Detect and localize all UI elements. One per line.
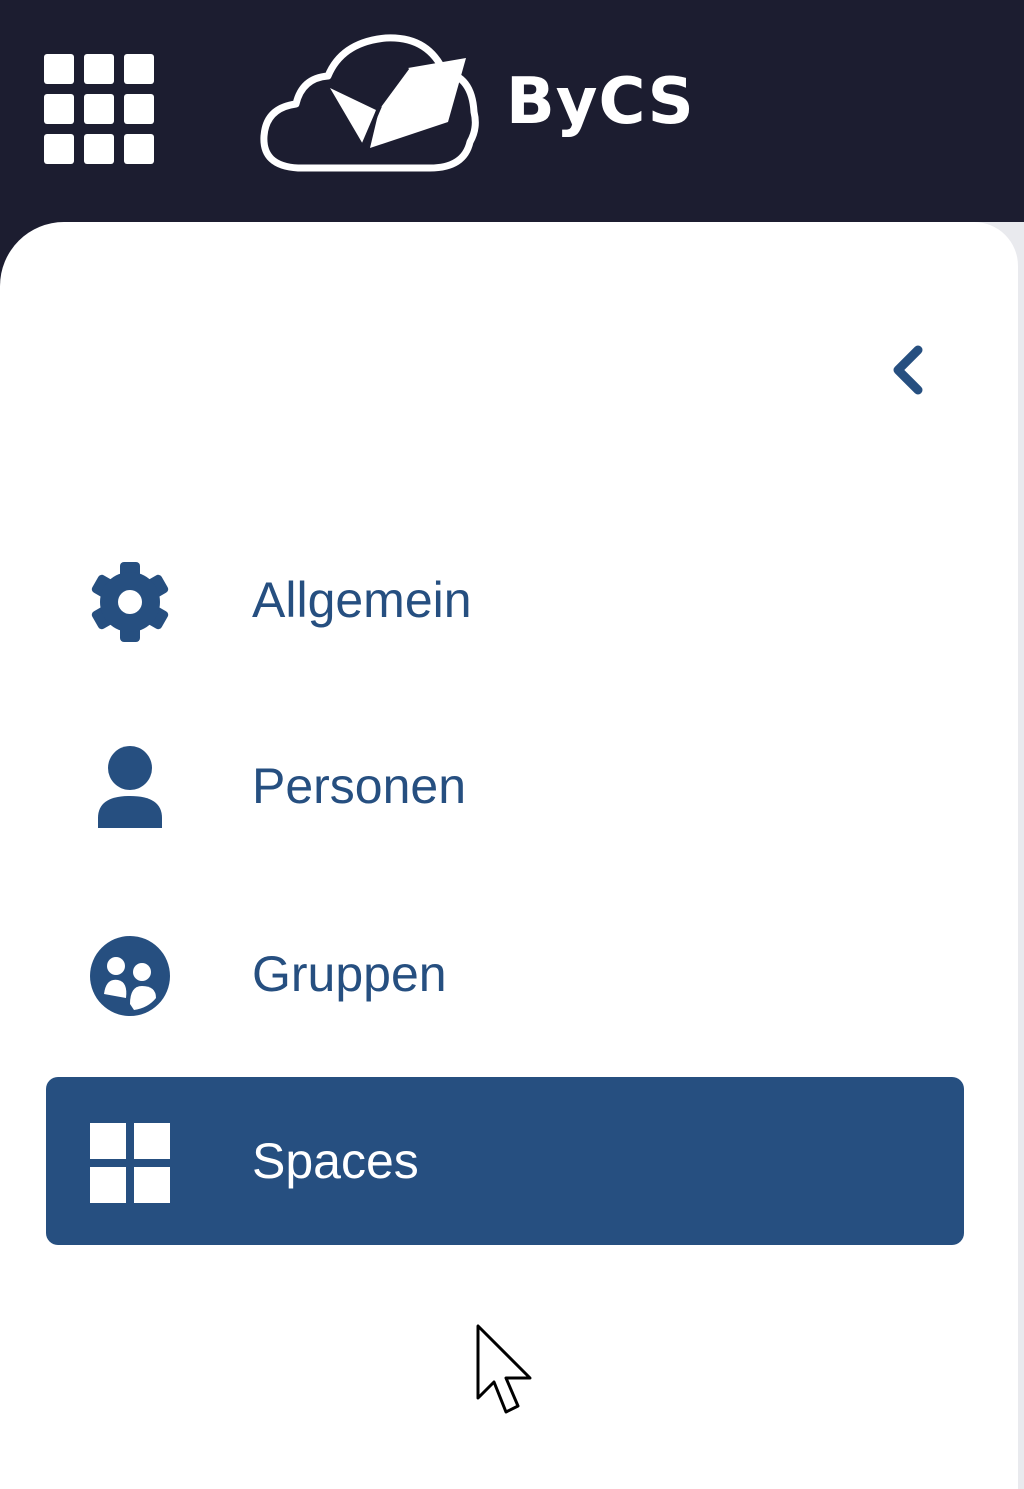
chevron-left-icon: [893, 345, 923, 395]
sidebar-item-gruppen[interactable]: Gruppen: [46, 890, 964, 1058]
person-icon: [86, 744, 174, 832]
sidebar-item-spaces[interactable]: Spaces: [46, 1077, 964, 1245]
gear-icon: [86, 558, 174, 646]
grid-apps-icon: [44, 54, 154, 164]
cloud-book-logo-icon: [260, 34, 479, 172]
brand-name: ByCS: [506, 65, 695, 139]
sidebar-item-label: Allgemein: [252, 572, 472, 628]
collapse-sidebar-button[interactable]: [882, 340, 938, 400]
sidebar-item-label: Spaces: [252, 1133, 419, 1189]
group-icon: [86, 932, 174, 1020]
top-header: ByCS: [0, 0, 1024, 230]
sidebar-item-label: Gruppen: [252, 946, 447, 1002]
sidebar-item-personen[interactable]: Personen: [46, 702, 964, 870]
sidebar-item-allgemein[interactable]: Allgemein: [46, 516, 964, 684]
spaces-grid-icon: [86, 1119, 174, 1207]
apps-menu-button[interactable]: [40, 50, 158, 168]
sidebar-item-label: Personen: [252, 758, 467, 814]
